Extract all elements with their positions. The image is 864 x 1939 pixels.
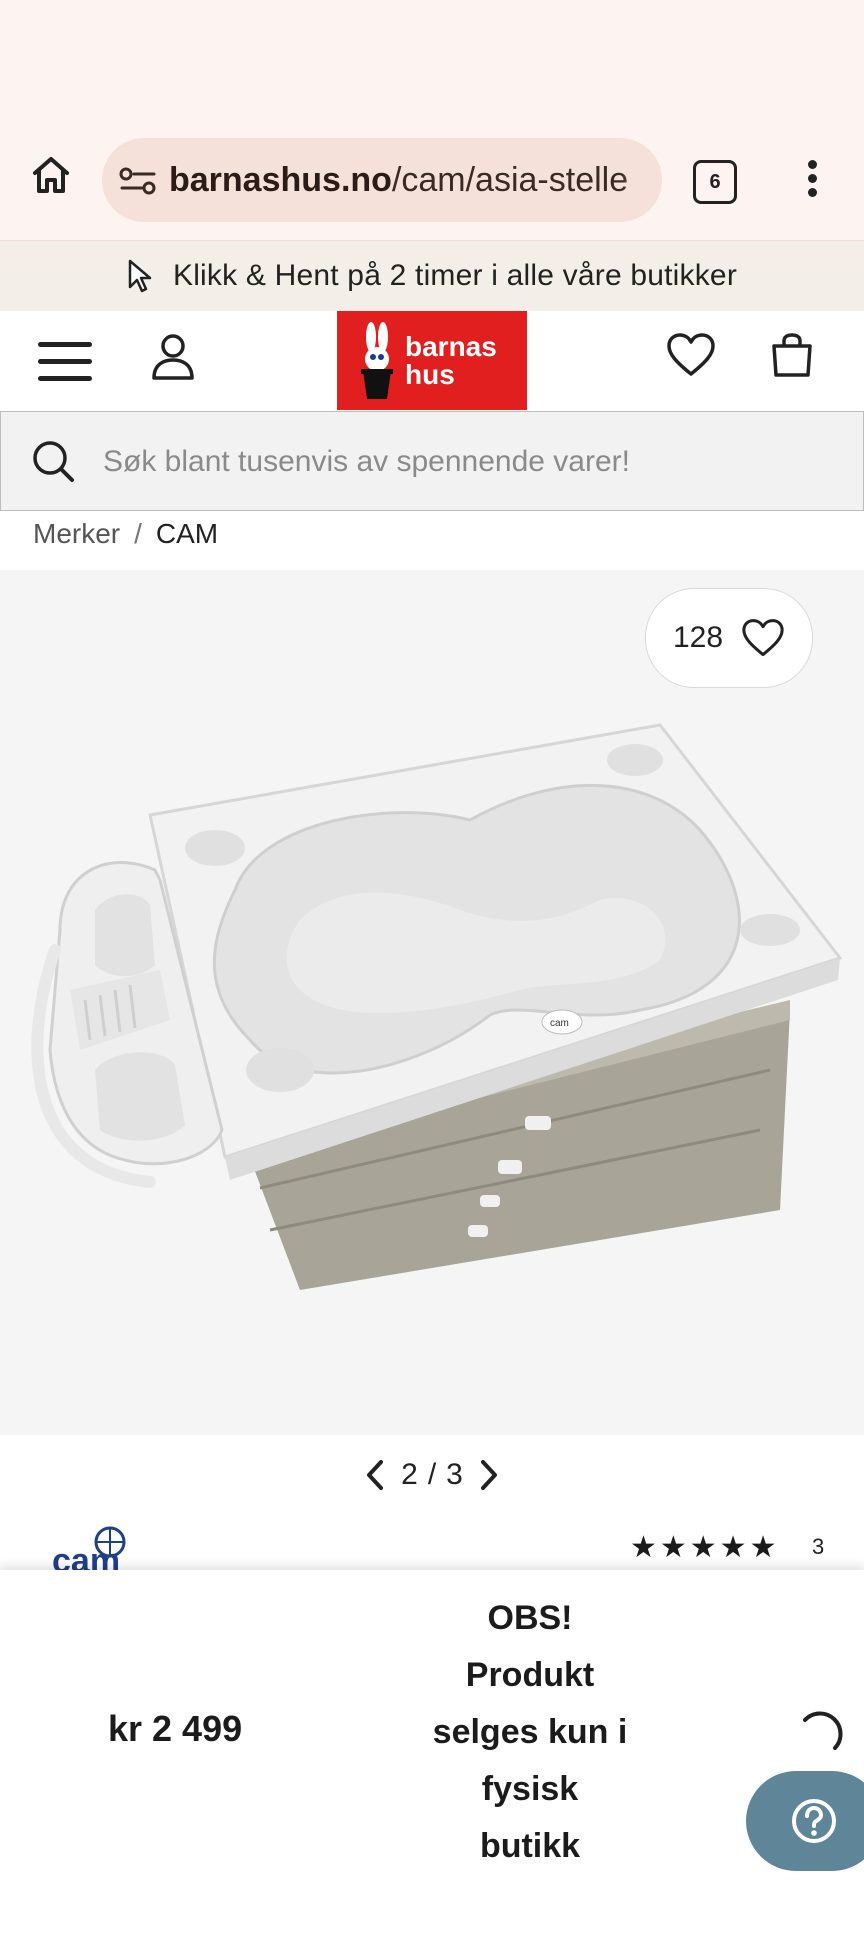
notice-line: selges kun i <box>432 1713 628 1751</box>
url-host: barnashus.no <box>169 161 392 199</box>
changing-table-bath-image: cam <box>31 723 843 1290</box>
cursor-icon <box>128 259 152 293</box>
more-vert-icon[interactable] <box>800 160 824 200</box>
product-image[interactable]: cam <box>0 570 864 1435</box>
address-bar[interactable]: barnashus.no/cam/asia-stelle <box>102 138 662 222</box>
logo-line1: barnas <box>405 331 497 362</box>
status-bar <box>0 0 864 130</box>
promo-text: Klikk & Hent på 2 timer i alle våre buti… <box>172 259 738 292</box>
spinner-icon <box>803 1711 843 1750</box>
breadcrumb-item-cam[interactable]: CAM <box>156 518 218 549</box>
rating-stars[interactable]: ★★★★★ <box>630 1530 779 1565</box>
breadcrumb-item-merker[interactable]: Merker <box>33 518 120 549</box>
favorites-count: 128 <box>672 621 724 654</box>
store-only-notice: OBS! Produkt selges kun i fysisk butikk <box>400 1590 660 1875</box>
help-icon <box>792 1799 836 1843</box>
notice-line: butikk <box>479 1827 581 1865</box>
notice-line: Produkt <box>465 1656 595 1694</box>
brand-logo[interactable]: cam <box>50 1520 150 1570</box>
bag-icon[interactable] <box>770 332 814 378</box>
breadcrumb-separator: / <box>134 518 142 549</box>
notice-line: OBS! <box>487 1599 573 1637</box>
search-icon[interactable] <box>31 439 75 483</box>
url-text[interactable]: barnashus.no/cam/asia-stelle <box>169 159 647 201</box>
help-button[interactable] <box>746 1771 864 1871</box>
search-input[interactable] <box>101 440 825 484</box>
logo-line2: hus <box>405 359 455 390</box>
notice-line: fysisk <box>481 1770 579 1808</box>
logo-text: barnas hus <box>405 333 497 389</box>
chevron-left-icon[interactable] <box>361 1458 391 1492</box>
brand-name: cam <box>52 1542 120 1570</box>
tab-count: 6 <box>709 170 721 193</box>
pager-current: 2 <box>401 1458 418 1491</box>
pager-separator: / <box>427 1458 437 1491</box>
hamburger-icon[interactable] <box>38 342 92 381</box>
promo-banner[interactable]: Klikk & Hent på 2 timer i alle våre buti… <box>0 241 864 311</box>
barnashus-logo[interactable]: barnas hus <box>337 311 527 410</box>
rating-count: 3 <box>812 1534 825 1559</box>
site-settings-icon[interactable] <box>118 164 158 198</box>
pager-total: 3 <box>446 1458 463 1491</box>
tabs-button[interactable]: 6 <box>693 160 737 204</box>
svg-text:cam: cam <box>550 1018 569 1029</box>
url-fade <box>622 138 662 222</box>
product-price: kr 2 499 <box>108 1708 243 1749</box>
heart-outline-icon <box>742 619 784 657</box>
image-pager: 2 / 3 <box>0 1440 864 1510</box>
favorite-button[interactable]: 128 <box>645 588 813 688</box>
home-button[interactable] <box>28 152 74 198</box>
search-bar <box>0 411 864 511</box>
chevron-right-icon[interactable] <box>473 1458 503 1492</box>
breadcrumb: Merker / CAM <box>33 512 218 556</box>
home-icon <box>33 157 69 193</box>
cam-brand-logo: cam <box>52 1526 126 1570</box>
heart-icon[interactable] <box>666 332 716 378</box>
bunny-mascot-icon <box>361 322 393 399</box>
user-icon[interactable] <box>150 332 196 382</box>
url-path: /cam/asia-stelle <box>391 161 629 199</box>
